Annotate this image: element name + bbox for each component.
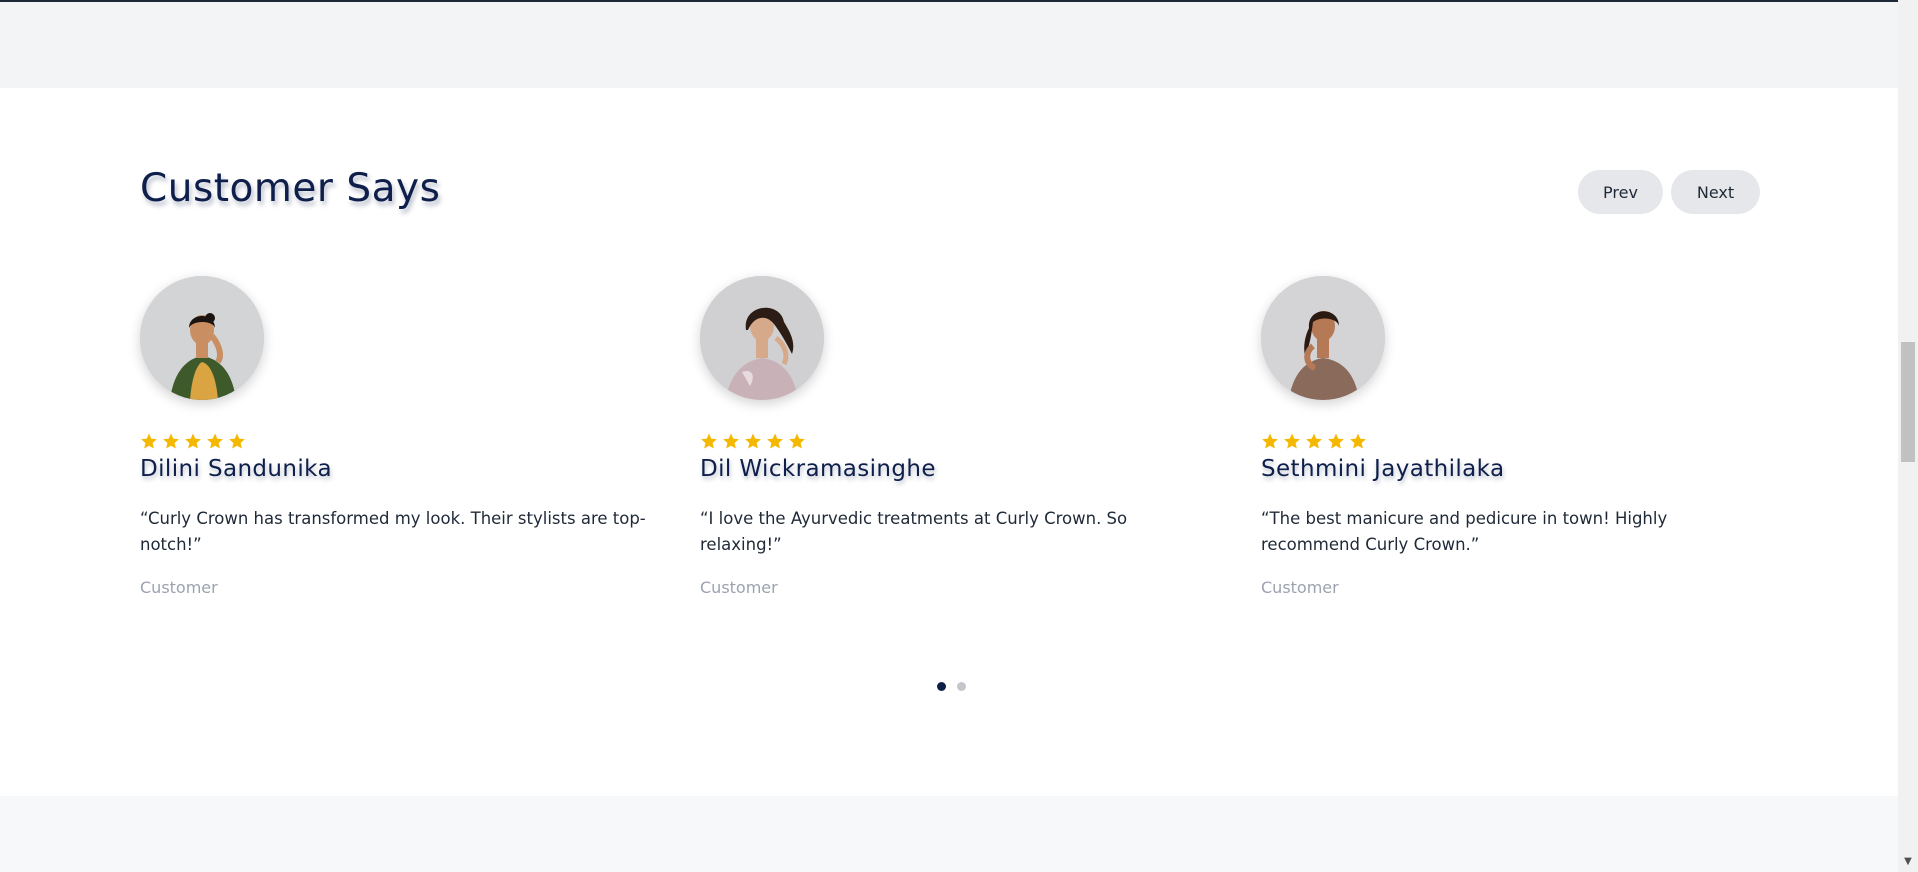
avatar	[1261, 276, 1385, 400]
star-icon	[723, 433, 739, 449]
testimonial-quote: “Curly Crown has transformed my look. Th…	[140, 509, 646, 554]
prev-button[interactable]: Prev	[1578, 170, 1663, 214]
star-icon	[767, 433, 783, 449]
testimonial-card: Dil Wickramasinghe “I love the Ayurvedic…	[700, 276, 1210, 616]
page-scrollbar[interactable]: ▼	[1898, 0, 1918, 872]
next-button[interactable]: Next	[1671, 170, 1760, 214]
star-icon	[1262, 433, 1278, 449]
carousel-pagination	[937, 682, 966, 691]
star-icon	[745, 433, 761, 449]
customer-name: Dilini Sandunika	[140, 456, 332, 482]
testimonials-section: Customer Says Prev Next Dilini Sandunika…	[0, 88, 1898, 796]
rating-stars	[140, 432, 246, 450]
testimonial-quote: “The best manicure and pedicure in town!…	[1261, 509, 1668, 554]
star-icon	[1328, 433, 1344, 449]
page: Customer Says Prev Next Dilini Sandunika…	[0, 0, 1918, 872]
star-icon	[185, 433, 201, 449]
testimonial-card: Sethmini Jayathilaka “The best manicure …	[1261, 276, 1771, 616]
customer-role: Customer	[700, 578, 778, 597]
avatar	[140, 276, 264, 400]
avatar	[700, 276, 824, 400]
star-icon	[1284, 433, 1300, 449]
scroll-down-arrow-icon[interactable]: ▼	[1898, 852, 1918, 872]
pagination-dot-1[interactable]	[937, 682, 946, 691]
next-section-band	[0, 796, 1898, 872]
rating-stars	[1261, 432, 1367, 450]
rating-stars	[700, 432, 806, 450]
star-icon	[229, 433, 245, 449]
star-icon	[207, 433, 223, 449]
star-icon	[701, 433, 717, 449]
section-title: Customer Says	[140, 166, 441, 211]
pagination-dot-2[interactable]	[957, 682, 966, 691]
star-icon	[1350, 433, 1366, 449]
customer-role: Customer	[1261, 578, 1339, 597]
customer-role: Customer	[140, 578, 218, 597]
previous-section-band	[0, 0, 1898, 88]
testimonial-quote: “I love the Ayurvedic treatments at Curl…	[700, 509, 1128, 554]
scrollbar-thumb[interactable]	[1901, 342, 1915, 462]
star-icon	[163, 433, 179, 449]
star-icon	[789, 433, 805, 449]
star-icon	[141, 433, 157, 449]
customer-name: Dil Wickramasinghe	[700, 456, 936, 482]
customer-name: Sethmini Jayathilaka	[1261, 456, 1505, 482]
testimonial-card: Dilini Sandunika “Curly Crown has transf…	[140, 276, 650, 616]
star-icon	[1306, 433, 1322, 449]
